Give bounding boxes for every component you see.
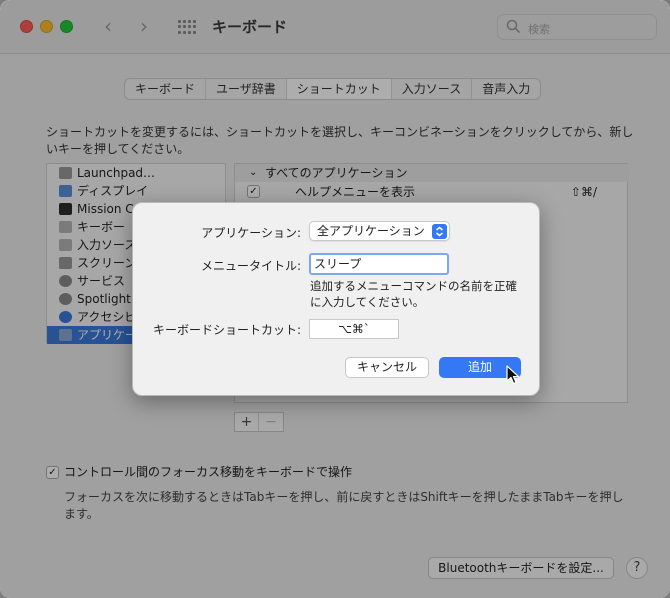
application-popup[interactable]: 全アプリケーション	[309, 221, 450, 241]
application-label: アプリケーション:	[201, 226, 301, 240]
menu-title-input[interactable]: スリープ	[309, 253, 449, 275]
keyboard-shortcut-field[interactable]: ⌥⌘`	[309, 319, 399, 339]
keyboard-shortcut-label: キーボードショートカット:	[152, 323, 301, 337]
mouse-pointer-icon	[506, 365, 520, 385]
popup-arrows-icon	[432, 224, 447, 239]
application-popup-value: 全アプリケーション	[317, 224, 425, 238]
cancel-button[interactable]: キャンセル	[345, 357, 429, 378]
menu-title-label: メニュータイトル:	[200, 259, 301, 273]
add-shortcut-dialog: アプリケーション: 全アプリケーション メニュータイトル: スリープ 追加するメ…	[132, 202, 540, 396]
menu-title-hint: 追加するメニューコマンドの名前を正確に入力してください。	[310, 279, 517, 309]
preferences-window: ‹ › キーボード 検索 キーボード ユーザ辞書 ショートカット 入力ソース 音…	[0, 0, 670, 598]
